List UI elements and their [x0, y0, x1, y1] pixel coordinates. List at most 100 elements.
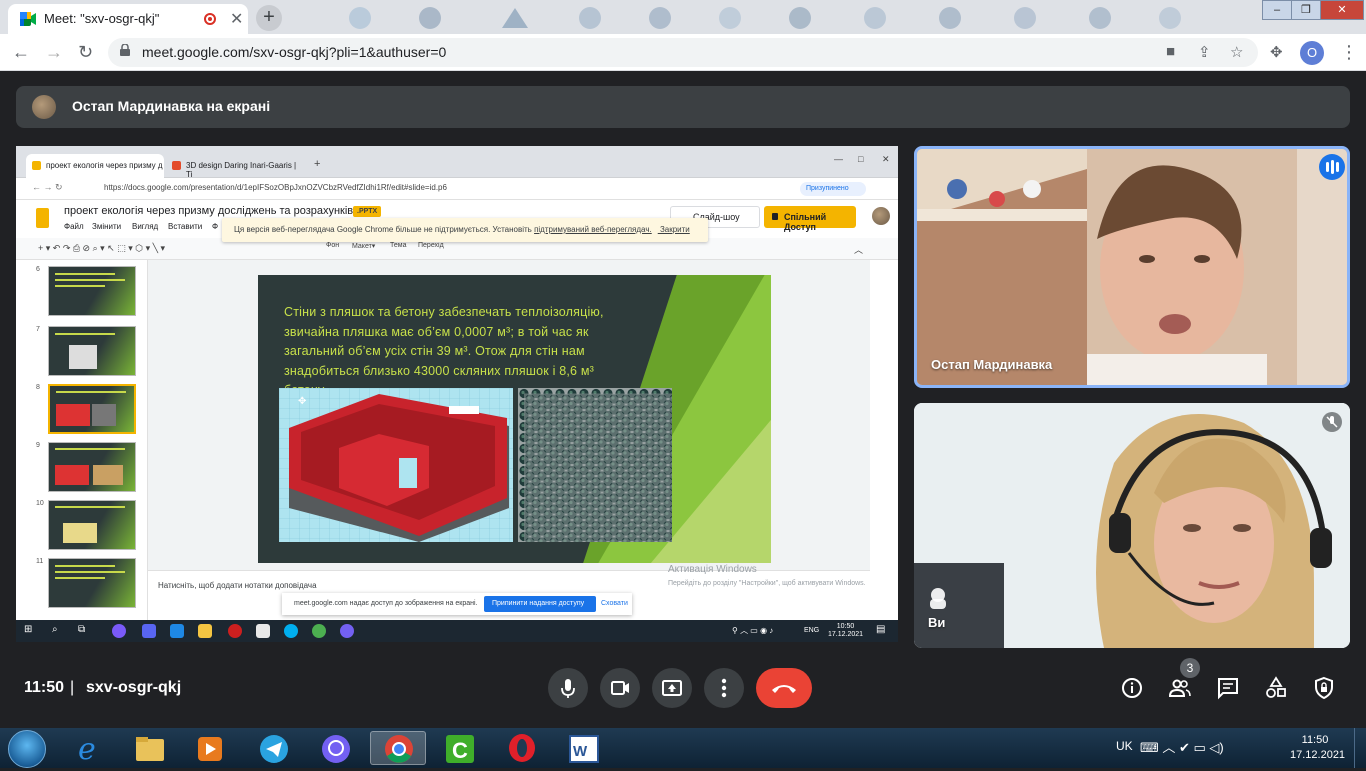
folder-icon — [136, 737, 164, 761]
shield-lock-icon — [1315, 676, 1333, 700]
camtasia-icon: C — [446, 735, 474, 763]
window-close-button[interactable]: ✕ — [1320, 0, 1364, 20]
browser-tab-meet[interactable]: Meet: "sxv-osgr-qkj" ✕ — [8, 4, 248, 34]
stop-sharing-button: Припинити надання доступу — [484, 596, 596, 612]
tab-close-icon[interactable]: ✕ — [230, 9, 243, 29]
present-screen-icon — [662, 680, 682, 696]
back-arrow-icon[interactable]: ← — [12, 42, 30, 63]
thumb-number: 11 — [36, 558, 44, 565]
pptx-badge: .PPTX — [353, 206, 382, 217]
thumb-number: 7 — [36, 326, 40, 333]
windows-activation-title: Активація Windows — [668, 564, 757, 575]
slides-menu-edit: Змінити — [92, 222, 122, 231]
share-icon[interactable]: ⇪ — [1198, 43, 1211, 61]
shared-tab-label: 3D design Daring Inari-Gaaris | Ti — [186, 161, 297, 179]
tray-icons[interactable]: ⌨ ︿ ✔ ▭ ◁) — [1140, 737, 1224, 756]
address-bar[interactable]: meet.google.com/sxv-osgr-qkj?pli=1&authu… — [108, 38, 1258, 67]
taskbar-ie[interactable]: e — [62, 731, 118, 767]
more-options-button[interactable] — [704, 668, 744, 708]
more-vertical-icon — [721, 678, 727, 698]
end-call-button[interactable] — [756, 668, 812, 708]
slide-thumbnail — [48, 326, 136, 376]
speaking-indicator-icon — [1319, 154, 1345, 180]
shared-close-icon: ✕ — [882, 154, 890, 164]
system-clock[interactable]: 11:50 17.12.2021 — [1290, 733, 1345, 763]
participant-name: Остап Мардинавка — [931, 357, 1053, 372]
shared-tray-time: 10:50 — [836, 623, 855, 630]
current-slide: Стіни з пляшок та бетону забезпечать теп… — [258, 275, 771, 563]
address-url: meet.google.com/sxv-osgr-qkj?pli=1&authu… — [142, 44, 447, 60]
svg-text:W: W — [573, 743, 588, 760]
extensions-puzzle-icon[interactable]: ✥ — [1270, 43, 1283, 61]
slides-menu-format: Ф — [212, 222, 219, 231]
bottle-wall-drawing — [518, 388, 672, 542]
shared-url: https://docs.google.com/presentation/d/1… — [104, 183, 447, 192]
recording-icon — [204, 13, 216, 25]
participant-tile-presenter[interactable]: Остап Мардинавка — [914, 146, 1350, 388]
thumb-number: 10 — [36, 500, 44, 507]
shared-new-tab-icon: + — [314, 158, 321, 170]
taskbar-explorer[interactable] — [122, 731, 178, 765]
slides-favicon-icon — [32, 161, 41, 170]
slide-thumbnail — [48, 500, 136, 550]
slide-thumbnail — [48, 442, 136, 492]
house-model-drawing — [279, 388, 513, 542]
tab-title: Meet: "sxv-osgr-qkj" — [44, 11, 160, 26]
shared-notifications-icon: ▤ — [876, 624, 886, 635]
media-player-icon — [198, 737, 222, 761]
microphone-button[interactable] — [548, 668, 588, 708]
taskbar-chrome[interactable] — [370, 731, 426, 765]
windows-taskbar: e C W UK ⌨ ︿ ✔ ▭ ◁) 11:50 17.12.2021 — [0, 728, 1366, 768]
camera-permission-icon[interactable]: ■ — [1166, 43, 1175, 60]
show-desktop-button[interactable] — [1354, 728, 1366, 768]
new-tab-button[interactable]: + — [256, 5, 282, 31]
shared-tab-tinkercad: 3D design Daring Inari-Gaaris | Ti — [166, 154, 304, 179]
taskbar-camtasia[interactable]: C — [432, 731, 488, 765]
unsupported-browser-warning: Ця версія веб-переглядача Google Chrome … — [222, 218, 708, 242]
3d-house-model-image — [279, 388, 513, 542]
taskbar-opera[interactable] — [494, 731, 550, 765]
camera-button[interactable] — [600, 668, 640, 708]
present-screen-button[interactable] — [652, 668, 692, 708]
chrome-icon — [385, 735, 413, 763]
meeting-separator: | — [70, 679, 75, 696]
word-icon: W — [569, 735, 599, 763]
discord-icon — [142, 624, 156, 638]
meeting-details-button[interactable] — [1120, 676, 1144, 700]
taskbar-viber[interactable] — [308, 731, 364, 765]
shared-tray-clock: 10:50 17.12.2021 — [828, 623, 863, 639]
taskbar-media[interactable] — [182, 731, 238, 765]
window-minimize-button[interactable]: – — [1262, 0, 1292, 20]
bookmark-star-icon[interactable]: ☆ — [1230, 43, 1243, 61]
google-slides-logo-icon — [36, 208, 49, 228]
svg-text:e: e — [78, 732, 96, 765]
toolbar-icons: + ▾ ↶ ↷ ⎙ ⊘ ⌕ ▾ ↖ ⬚ ▾ ⬡ ▾ ╲ ▾ — [38, 243, 166, 253]
shared-app-icon — [112, 624, 126, 638]
self-overlay-avatar — [926, 581, 964, 609]
supported-browser-link: підтримуваний веб-переглядач. — [534, 225, 652, 234]
chat-icon — [1218, 678, 1238, 700]
slide-thumbnail-selected — [48, 384, 136, 434]
activities-button[interactable] — [1264, 676, 1288, 700]
forward-arrow-icon[interactable]: → — [45, 42, 63, 63]
bottle-wall-image — [518, 388, 672, 542]
taskbar-word[interactable]: W — [556, 731, 612, 765]
chat-button[interactable] — [1216, 676, 1240, 700]
thumb-number: 8 — [36, 384, 40, 391]
input-language[interactable]: UK — [1116, 739, 1133, 753]
start-button-icon[interactable] — [8, 730, 46, 768]
taskbar-telegram[interactable] — [246, 731, 302, 765]
host-controls-button[interactable] — [1312, 676, 1336, 700]
warning-close-link: Закрити — [657, 225, 690, 234]
browser-menu-icon[interactable]: ⋮ — [1340, 42, 1358, 63]
activities-shapes-icon — [1266, 676, 1286, 698]
people-button[interactable] — [1168, 676, 1192, 700]
window-maximize-button[interactable]: ❐ — [1291, 0, 1321, 20]
reload-icon[interactable]: ↻ — [78, 42, 93, 63]
desktop-icons-decor — [349, 7, 1181, 29]
profile-avatar[interactable]: O — [1300, 41, 1324, 65]
shared-tray-icons: ⚲ ︿ ▭ ◉ ♪ — [732, 626, 774, 635]
info-icon — [1122, 678, 1142, 698]
participant-tile-self[interactable]: Ви — [914, 403, 1350, 648]
shared-maximize-icon: □ — [858, 154, 864, 164]
